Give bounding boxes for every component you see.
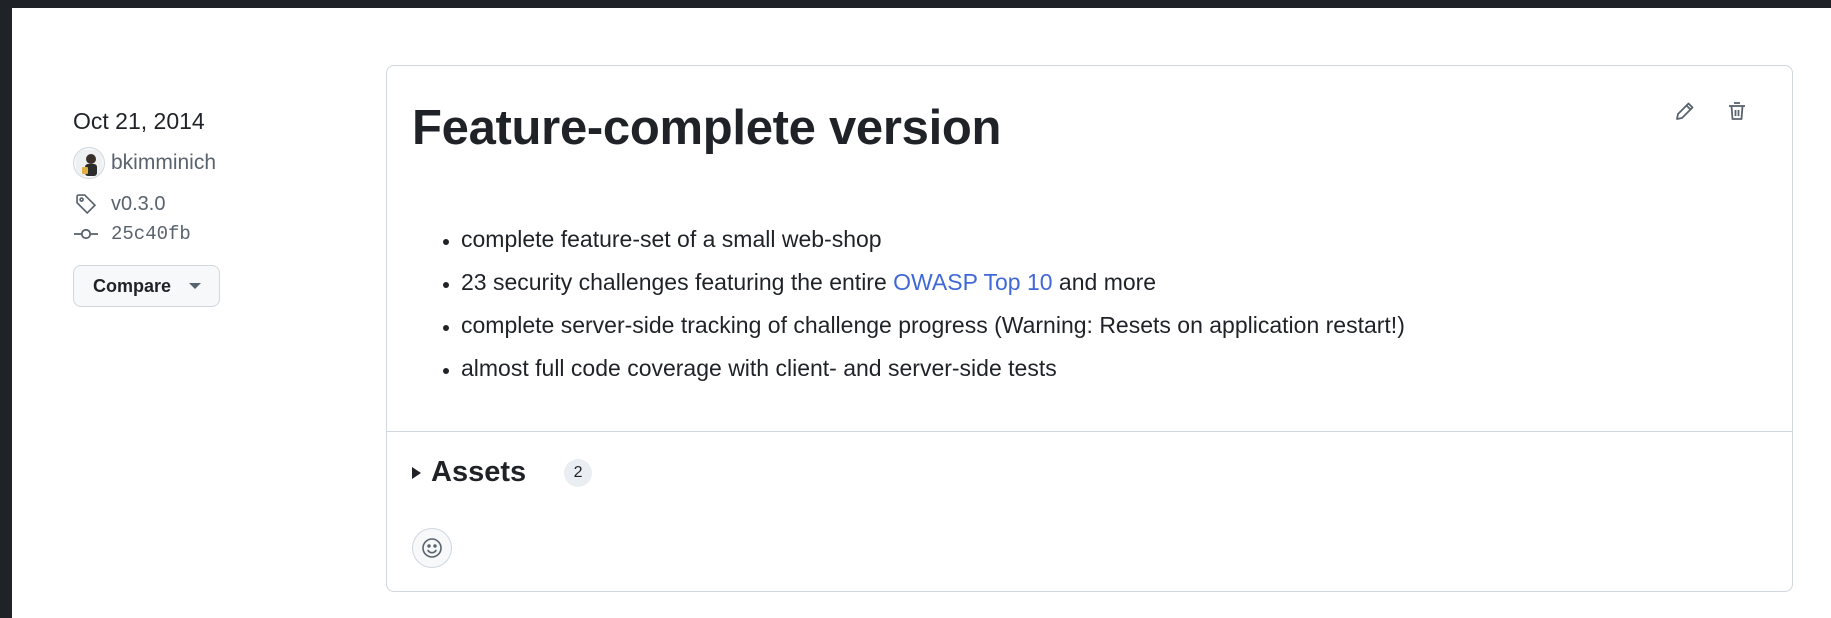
note-text: and more [1052,269,1157,295]
release-title[interactable]: Feature-complete version [412,100,1001,156]
list-item: almost full code coverage with client- a… [461,347,1405,390]
release-date: Oct 21, 2014 [73,108,205,134]
smiley-icon [422,538,442,558]
compare-label: Compare [93,275,172,296]
release-notes: complete feature-set of a small web-shop… [436,218,1405,390]
release-author[interactable]: bkimminich [73,147,333,179]
owasp-top-10-link[interactable]: OWASP Top 10 [893,269,1052,295]
delete-button[interactable] [1720,94,1754,128]
commit-hash[interactable]: 25c40fb [111,223,191,245]
release-actions [1668,94,1754,128]
list-item: complete server-side tracking of challen… [461,304,1405,347]
assets-label: Assets [431,456,527,488]
pencil-icon [1676,102,1694,120]
release-commit[interactable]: 25c40fb [73,221,333,247]
git-commit-icon [73,221,99,247]
avatar[interactable] [73,147,105,179]
author-name[interactable]: bkimminich [111,151,216,175]
assets-toggle[interactable]: Assets 2 [412,456,593,489]
page-frame: Oct 21, 2014 bkimminich v0.3.0 25c40fb C… [12,8,1831,618]
avatar-image [76,150,102,176]
list-item: complete feature-set of a small web-shop [461,218,1405,261]
tag-label[interactable]: v0.3.0 [111,193,165,216]
edit-button[interactable] [1668,94,1702,128]
assets-count-badge: 2 [564,458,593,487]
release-meta: Oct 21, 2014 bkimminich v0.3.0 25c40fb C… [73,108,333,307]
chevron-down-icon [189,283,202,289]
release-tag[interactable]: v0.3.0 [73,191,333,217]
tag-icon [73,191,99,217]
compare-button[interactable]: Compare [73,265,221,307]
list-item: 23 security challenges featuring the ent… [461,261,1405,304]
add-reaction-button[interactable] [412,528,452,568]
trash-icon [1729,102,1745,120]
note-text: 23 security challenges featuring the ent… [461,269,894,295]
triangle-right-icon [412,466,421,479]
release-body: Feature-complete version • complete feat… [387,66,1792,432]
release-card: Feature-complete version • complete feat… [386,65,1793,592]
